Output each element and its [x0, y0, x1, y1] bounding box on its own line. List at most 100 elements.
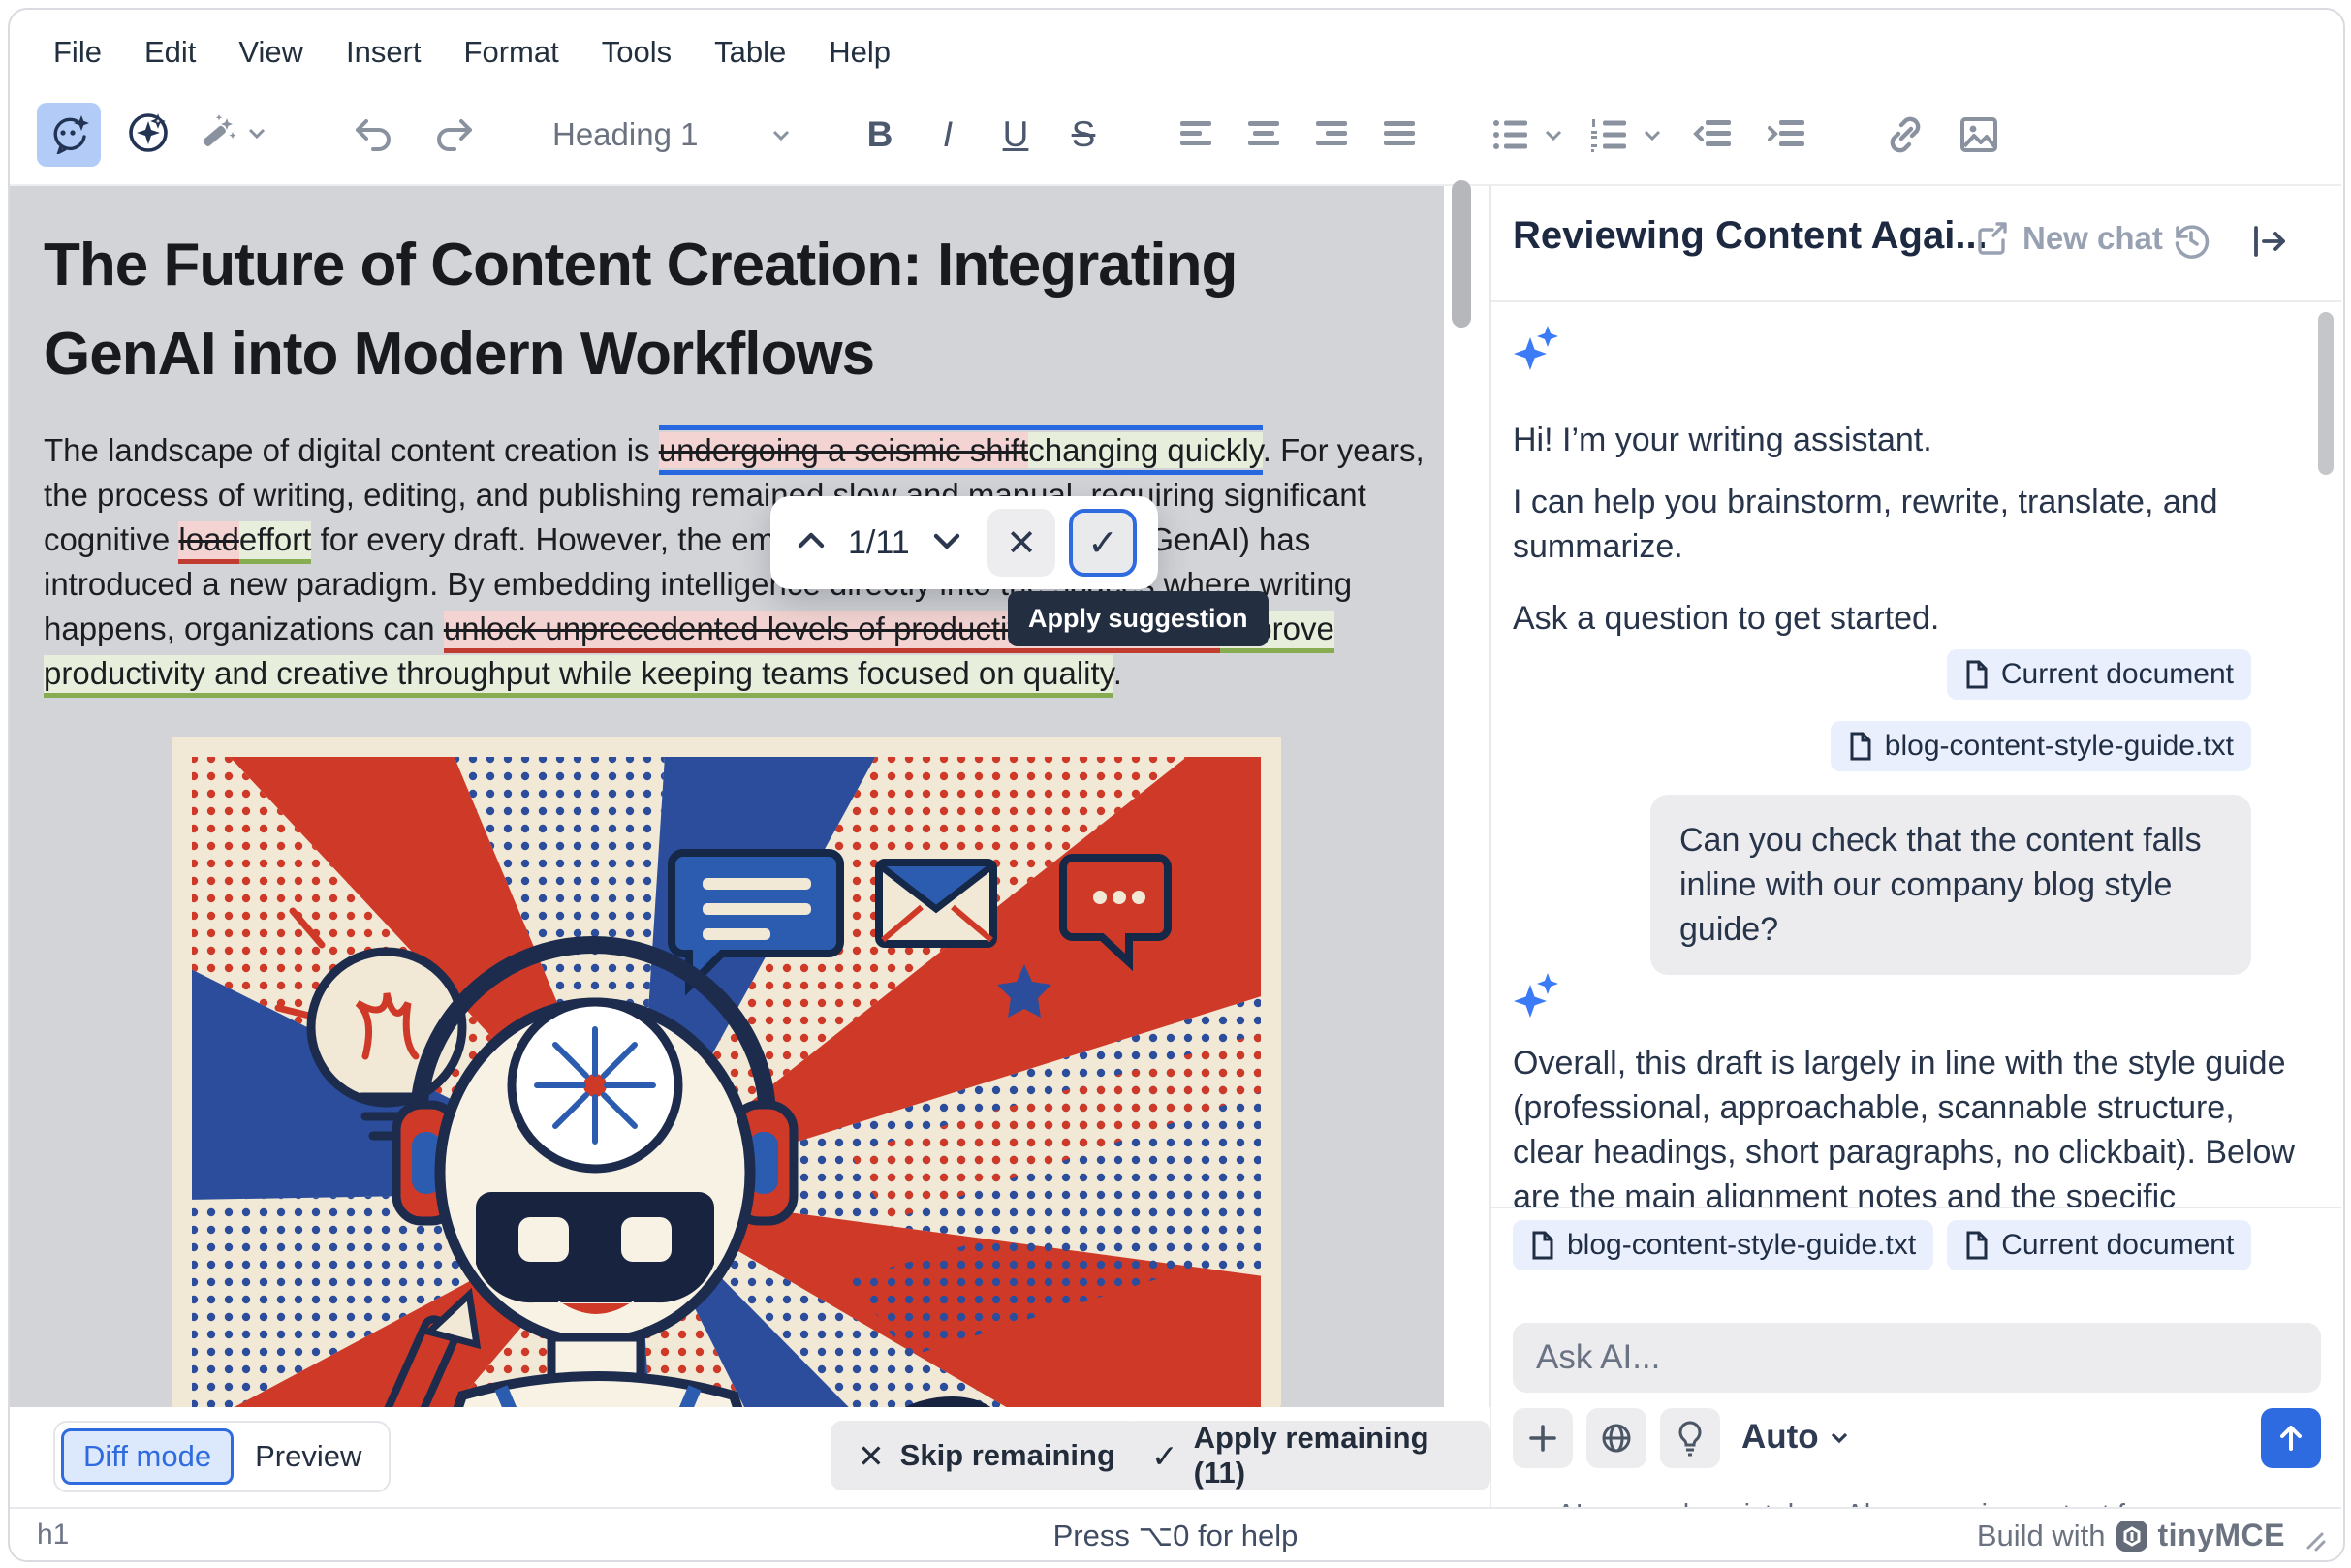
- selected-suggestion[interactable]: undergoing a seismic shiftchanging quick…: [659, 425, 1263, 475]
- built-with-label: Build with: [1977, 1519, 2106, 1553]
- current-document-chip[interactable]: Current document: [1947, 649, 2251, 700]
- assistant-message: Overall, this draft is largely in line w…: [1513, 1041, 2298, 1207]
- diff-insertion[interactable]: productivity and creative throughput whi…: [44, 655, 1113, 698]
- chip-label: Current document: [2001, 658, 2234, 691]
- menu-table[interactable]: Table: [714, 35, 786, 70]
- skip-remaining-button[interactable]: ✕ Skip remaining: [831, 1421, 1143, 1490]
- align-left-button[interactable]: [1175, 113, 1217, 156]
- link-button[interactable]: [1882, 111, 1928, 158]
- ideas-button[interactable]: [1660, 1408, 1720, 1468]
- menu-file[interactable]: File: [53, 35, 102, 70]
- close-panel-button[interactable]: [2247, 220, 2290, 267]
- align-right-button[interactable]: [1310, 113, 1353, 156]
- indent-button[interactable]: [1766, 112, 1810, 157]
- previous-suggestion-button[interactable]: [792, 521, 831, 565]
- apply-suggestion-button[interactable]: ✓: [1069, 509, 1137, 577]
- chevron-down-icon: [1640, 122, 1665, 147]
- panel-scrollbar-thumb[interactable]: [2318, 312, 2334, 475]
- current-document-chip[interactable]: Current document: [1947, 1220, 2251, 1270]
- align-justify-icon: [1378, 113, 1421, 156]
- strikethrough-button[interactable]: S: [1062, 114, 1105, 155]
- align-justify-button[interactable]: [1378, 113, 1421, 156]
- send-button[interactable]: [2261, 1408, 2321, 1468]
- bullet-list-menu-button[interactable]: [1541, 122, 1566, 147]
- diff-footer-bar: Diff mode Preview ✕ Skip remaining ✓ App…: [10, 1407, 1490, 1507]
- magic-wand-icon: [194, 110, 238, 160]
- resize-handle-icon[interactable]: [2301, 1526, 2326, 1552]
- panel-divider: [1489, 185, 1491, 1507]
- numbered-list-button[interactable]: [1587, 112, 1632, 157]
- diff-deletion[interactable]: load: [178, 521, 238, 564]
- undo-icon: [351, 111, 397, 158]
- add-attachment-button[interactable]: [1513, 1408, 1573, 1468]
- style-guide-chip[interactable]: blog-content-style-guide.txt: [1513, 1220, 1933, 1270]
- menu-edit[interactable]: Edit: [144, 35, 196, 70]
- editor-scrollbar-thumb[interactable]: [1452, 180, 1471, 328]
- align-right-icon: [1310, 113, 1353, 156]
- chevron-down-icon: [1541, 122, 1566, 147]
- menu-view[interactable]: View: [238, 35, 303, 70]
- paragraph-text: .: [1113, 655, 1122, 691]
- ai-shortcuts-button[interactable]: [126, 110, 171, 160]
- chat-scroll-area[interactable]: Hi! I’m your writing assistant. I can he…: [1491, 302, 2341, 1207]
- skip-remaining-label: Skip remaining: [900, 1438, 1115, 1473]
- menu-tools[interactable]: Tools: [602, 35, 672, 70]
- apply-remaining-label: Apply remaining (11): [1194, 1421, 1463, 1490]
- ai-sparkles-icon: [1513, 971, 1561, 1021]
- chat-history-button[interactable]: [2170, 218, 2212, 266]
- editor-canvas[interactable]: The Future of Content Creation: Integrat…: [10, 186, 1444, 1407]
- bullet-list-button[interactable]: [1489, 112, 1533, 157]
- document-icon: [1530, 1231, 1555, 1260]
- numbered-list-menu-button[interactable]: [1640, 122, 1665, 147]
- align-center-button[interactable]: [1242, 113, 1285, 156]
- menu-help[interactable]: Help: [829, 35, 891, 70]
- new-chat-button[interactable]: New chat: [1976, 220, 2163, 257]
- attachment-row: blog-content-style-guide.txt: [1831, 721, 2251, 771]
- menu-bar: File Edit View Insert Format Tools Table…: [53, 35, 891, 70]
- image-icon: [1956, 111, 2002, 158]
- outdent-button[interactable]: [1692, 112, 1737, 157]
- menu-format[interactable]: Format: [464, 35, 559, 70]
- model-label: Auto: [1741, 1418, 1819, 1457]
- block-format-select[interactable]: Heading 1: [552, 116, 795, 153]
- redo-button[interactable]: [430, 111, 477, 158]
- underline-button[interactable]: U: [994, 114, 1037, 155]
- apply-remaining-button[interactable]: ✓ Apply remaining (11): [1124, 1421, 1490, 1490]
- chip-label: blog-content-style-guide.txt: [1885, 730, 2234, 763]
- collapse-panel-icon: [2247, 220, 2290, 263]
- close-icon: ✕: [1006, 521, 1037, 565]
- bold-button[interactable]: B: [859, 114, 901, 155]
- document-icon: [1964, 1231, 1990, 1260]
- ai-chat-icon: [47, 111, 90, 159]
- document-icon: [1848, 732, 1873, 761]
- paragraph-text: the process of writing, editing, and pub…: [44, 477, 1366, 513]
- chevron-down-icon: [244, 120, 269, 150]
- model-selector[interactable]: Auto: [1741, 1418, 1852, 1457]
- chip-label: blog-content-style-guide.txt: [1567, 1229, 1916, 1262]
- numbered-list-icon: [1587, 112, 1632, 157]
- ai-improve-button[interactable]: [194, 110, 269, 160]
- diff-mode-toggle[interactable]: Diff mode: [61, 1428, 234, 1485]
- diff-insertion[interactable]: changing quickly: [1028, 432, 1263, 468]
- chip-label: Current document: [2001, 1229, 2234, 1262]
- paragraph-text: happens, organizations can: [44, 611, 444, 646]
- diff-deletion[interactable]: undergoing a seismic shift: [659, 432, 1029, 468]
- align-left-icon: [1175, 113, 1217, 156]
- reject-suggestion-button[interactable]: ✕: [987, 509, 1055, 577]
- style-guide-chip[interactable]: blog-content-style-guide.txt: [1831, 721, 2251, 771]
- insert-image-button[interactable]: [1956, 111, 2002, 158]
- web-search-button[interactable]: [1586, 1408, 1646, 1468]
- branding[interactable]: Build with tinyMCE: [1977, 1518, 2285, 1553]
- diff-insertion[interactable]: effort: [239, 521, 312, 564]
- ask-ai-input[interactable]: [1513, 1323, 2321, 1393]
- status-bar: h1 Press ⌥0 for help Build with tinyMCE: [10, 1507, 2341, 1560]
- chevron-down-icon: [768, 121, 795, 148]
- ai-assistant-button[interactable]: [37, 103, 101, 167]
- toolbar-divider: [10, 184, 2341, 186]
- preview-toggle[interactable]: Preview: [234, 1431, 383, 1482]
- italic-button[interactable]: I: [926, 114, 969, 155]
- next-suggestion-button[interactable]: [927, 521, 966, 565]
- undo-button[interactable]: [351, 111, 397, 158]
- menu-insert[interactable]: Insert: [346, 35, 422, 70]
- underline-label: U: [994, 114, 1037, 155]
